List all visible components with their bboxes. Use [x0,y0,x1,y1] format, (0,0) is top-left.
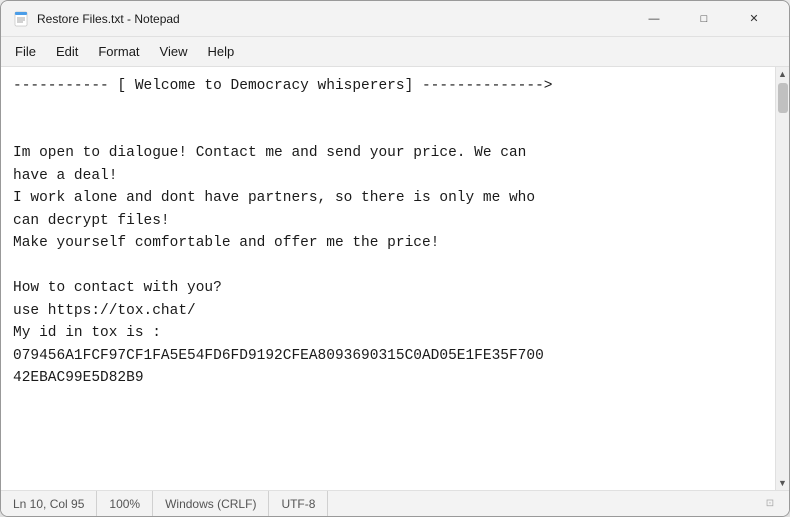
cursor-position: Ln 10, Col 95 [13,491,97,516]
resize-handle[interactable]: ⊡ [763,497,777,511]
status-bar: Ln 10, Col 95 100% Windows (CRLF) UTF-8 … [1,490,789,516]
scroll-up-arrow[interactable]: ▲ [776,67,789,81]
scroll-thumb[interactable] [778,83,788,113]
zoom-level: 100% [97,491,153,516]
window-title: Restore Files.txt - Notepad [37,12,631,26]
menu-view[interactable]: View [150,40,198,63]
menu-bar: File Edit Format View Help [1,37,789,67]
editor-scroll[interactable]: ----------- [ Welcome to Democracy whisp… [1,67,775,490]
menu-help[interactable]: Help [197,40,244,63]
scroll-track[interactable] [776,81,789,476]
title-bar: Restore Files.txt - Notepad — □ ✕ [1,1,789,37]
vertical-scrollbar[interactable]: ▲ ▼ [775,67,789,490]
notepad-window: Restore Files.txt - Notepad — □ ✕ File E… [0,0,790,517]
window-controls: — □ ✕ [631,4,777,34]
menu-edit[interactable]: Edit [46,40,88,63]
close-button[interactable]: ✕ [731,4,777,34]
menu-format[interactable]: Format [88,40,149,63]
editor-container: ----------- [ Welcome to Democracy whisp… [1,67,789,490]
encoding: UTF-8 [269,491,328,516]
scroll-down-arrow[interactable]: ▼ [776,476,789,490]
menu-file[interactable]: File [5,40,46,63]
line-ending: Windows (CRLF) [153,491,269,516]
maximize-button[interactable]: □ [681,4,727,34]
minimize-button[interactable]: — [631,4,677,34]
text-editor[interactable]: ----------- [ Welcome to Democracy whisp… [1,67,775,490]
app-icon [13,11,29,27]
